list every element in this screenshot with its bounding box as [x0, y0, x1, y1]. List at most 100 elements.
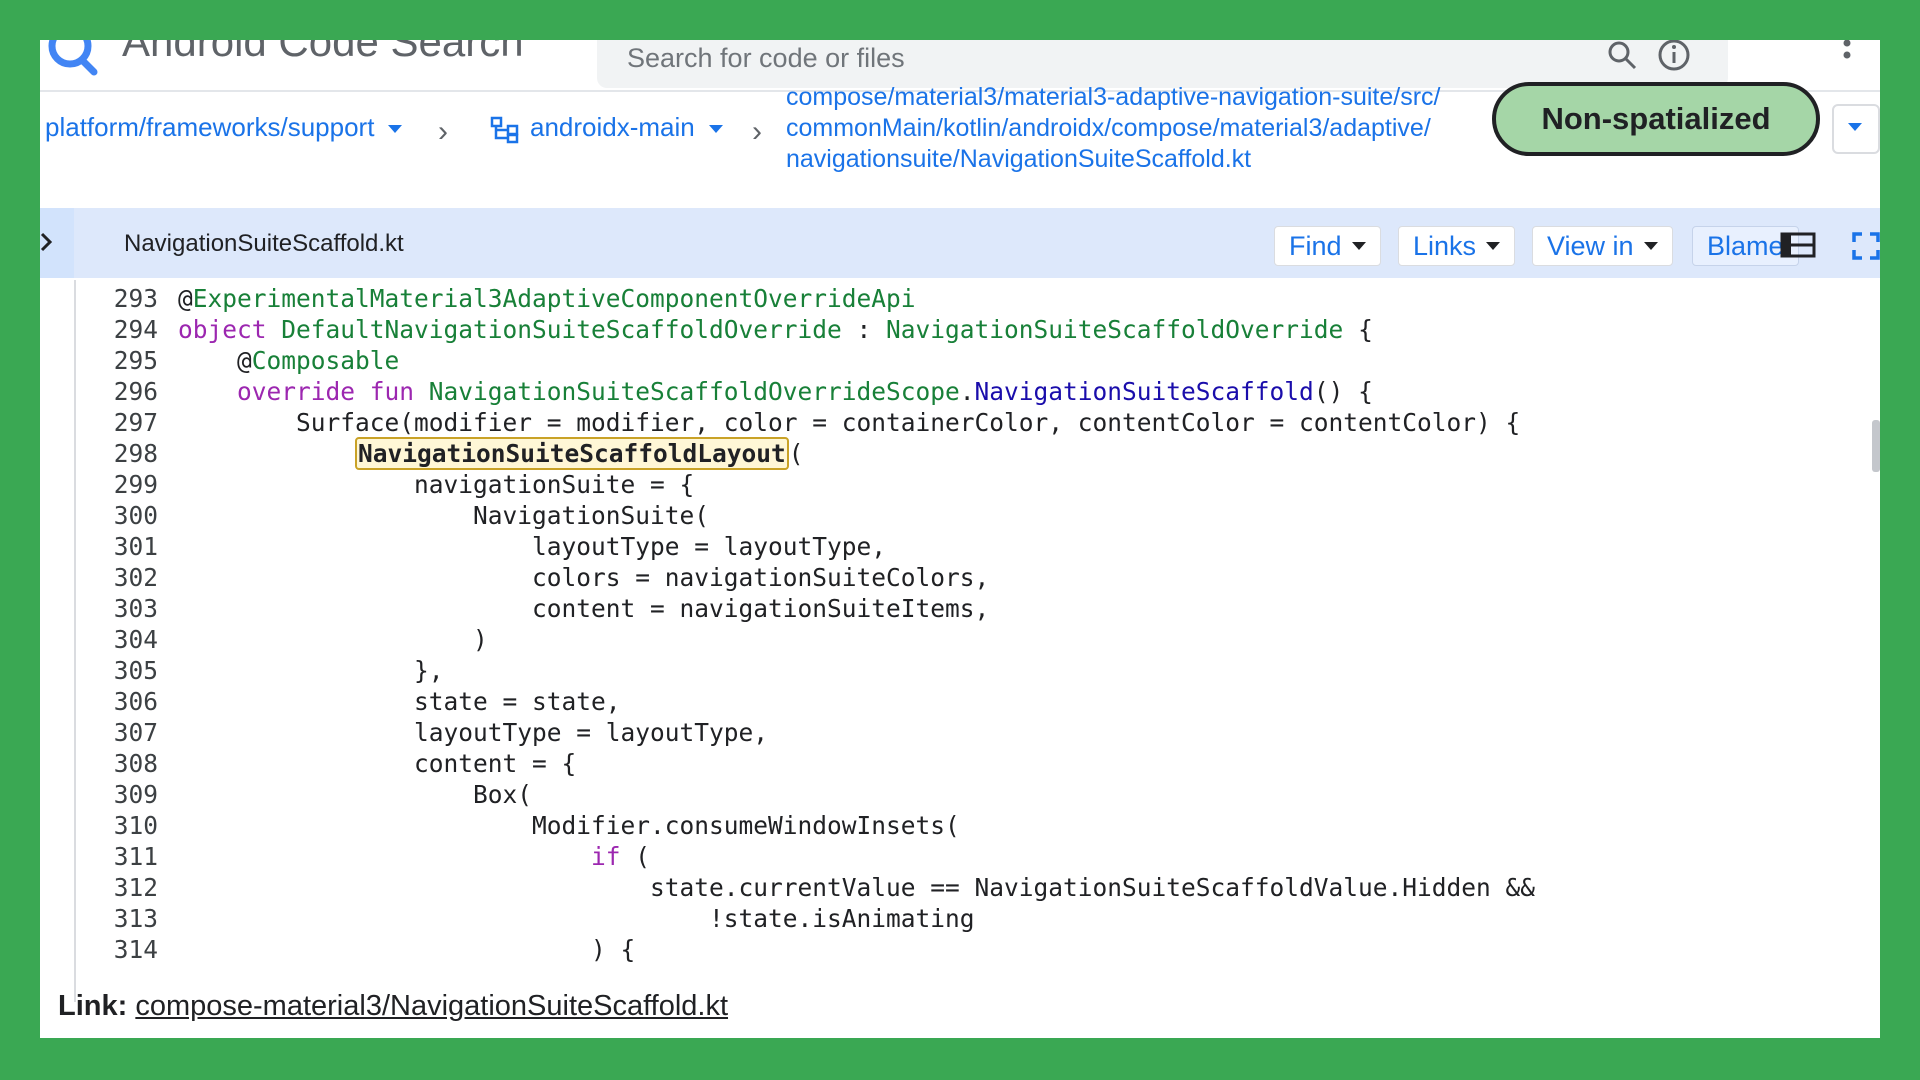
chevron-right-icon: ›	[438, 115, 448, 148]
non-spatialized-badge: Non-spatialized	[1492, 82, 1820, 156]
more-vert-icon[interactable]	[1840, 40, 1854, 68]
line-number[interactable]: 293	[76, 284, 158, 313]
path-line[interactable]: navigationsuite/NavigationSuiteScaffold.…	[786, 144, 1486, 175]
branch-icon	[490, 116, 519, 144]
line-number[interactable]: 303	[76, 594, 158, 623]
collapse-arrow-icon[interactable]	[40, 230, 54, 254]
branch-crumb-label: androidx-main	[530, 112, 695, 142]
line-number[interactable]: 305	[76, 656, 158, 685]
layout-icon[interactable]	[1780, 232, 1816, 258]
line-content: override fun NavigationSuiteScaffoldOver…	[178, 377, 1373, 406]
search-icon[interactable]	[1607, 40, 1637, 70]
line-number[interactable]: 304	[76, 625, 158, 654]
line-content: layoutType = layoutType,	[178, 718, 768, 747]
file-header-bar: NavigationSuiteScaffold.kt Find Links Vi…	[74, 208, 1880, 278]
code-token: state.currentValue == NavigationSuiteSca…	[178, 873, 1536, 902]
view-in-button[interactable]: View in	[1532, 226, 1673, 266]
line-content: ) {	[178, 935, 635, 964]
chevron-down-icon	[708, 125, 723, 134]
line-number[interactable]: 298	[76, 439, 158, 468]
footer-link[interactable]: compose-material3/NavigationSuiteScaffol…	[135, 990, 728, 1022]
code-token: },	[178, 656, 444, 685]
line-number[interactable]: 314	[76, 935, 158, 964]
code-token: Composable	[251, 346, 400, 375]
line-content: if (	[178, 842, 650, 871]
line-number[interactable]: 313	[76, 904, 158, 933]
info-icon[interactable]	[1657, 40, 1691, 72]
line-number[interactable]: 306	[76, 687, 158, 716]
fullscreen-icon[interactable]	[1852, 232, 1880, 260]
line-content: )	[178, 625, 488, 654]
line-content: layoutType = layoutType,	[178, 532, 886, 561]
line-number[interactable]: 311	[76, 842, 158, 871]
search-placeholder: Search for code or files	[627, 43, 905, 73]
line-number[interactable]: 302	[76, 563, 158, 592]
line-number[interactable]: 301	[76, 532, 158, 561]
code-line: 303 content = navigationSuiteItems,	[76, 594, 1876, 625]
line-number[interactable]: 295	[76, 346, 158, 375]
code-token: Modifier.consumeWindowInsets(	[178, 811, 960, 840]
path-line[interactable]: commonMain/kotlin/androidx/compose/mater…	[786, 113, 1486, 144]
line-number[interactable]: 309	[76, 780, 158, 809]
links-label: Links	[1413, 230, 1477, 261]
file-path-crumb[interactable]: compose/material3/material3-adaptive-nav…	[786, 82, 1486, 175]
code-token: state = state,	[178, 687, 621, 716]
code-token: NavigationSuiteScaffold	[974, 377, 1314, 406]
chevron-down-icon	[1848, 123, 1862, 131]
code-line: 295 @Composable	[76, 346, 1876, 377]
links-button[interactable]: Links	[1398, 226, 1516, 266]
view-in-label: View in	[1547, 230, 1634, 261]
chevron-down-icon	[388, 125, 403, 134]
search-input[interactable]: Search for code or files	[597, 40, 1728, 88]
code-line: 312 state.currentValue == NavigationSuit…	[76, 873, 1876, 904]
line-content: },	[178, 656, 444, 685]
chevron-right-icon: ›	[752, 115, 762, 148]
code-token: @	[178, 346, 252, 375]
line-number[interactable]: 307	[76, 718, 158, 747]
path-line[interactable]: compose/material3/material3-adaptive-nav…	[786, 82, 1486, 113]
repo-crumb-label: platform/frameworks/support	[45, 112, 375, 142]
code-line: 299 navigationSuite = {	[76, 470, 1876, 501]
line-content: Surface(modifier = modifier, color = con…	[178, 408, 1520, 437]
highlighted-symbol[interactable]: NavigationSuiteScaffoldLayout	[355, 437, 789, 470]
find-button[interactable]: Find	[1274, 226, 1381, 266]
code-token: (	[620, 842, 651, 871]
code-line: 307 layoutType = layoutType,	[76, 718, 1876, 749]
scrollbar-thumb[interactable]	[1872, 420, 1880, 472]
code-token: {	[1343, 315, 1373, 344]
line-number[interactable]: 294	[76, 315, 158, 344]
code-viewer[interactable]: 293 @ExperimentalMaterial3AdaptiveCompone…	[74, 280, 1880, 1002]
code-token: object	[178, 315, 282, 344]
app-title[interactable]: Android Code Search	[122, 40, 524, 66]
code-line: 313 !state.isAnimating	[76, 904, 1876, 935]
code-token: layoutType = layoutType,	[178, 532, 887, 561]
code-token: DefaultNavigationSuiteScaffoldOverride	[281, 315, 842, 344]
line-content: state = state,	[178, 687, 621, 716]
line-number[interactable]: 299	[76, 470, 158, 499]
line-number[interactable]: 297	[76, 408, 158, 437]
code-line: 310 Modifier.consumeWindowInsets(	[76, 811, 1876, 842]
code-token: if	[178, 842, 621, 871]
footer-link-row: Link: compose-material3/NavigationSuiteS…	[58, 990, 728, 1023]
code-token: Box(	[178, 780, 533, 809]
line-number[interactable]: 300	[76, 501, 158, 530]
line-content: object DefaultNavigationSuiteScaffoldOve…	[178, 315, 1373, 344]
line-number[interactable]: 312	[76, 873, 158, 902]
line-content: colors = navigationSuiteColors,	[178, 563, 989, 592]
code-line: 302 colors = navigationSuiteColors,	[76, 563, 1876, 594]
line-number[interactable]: 310	[76, 811, 158, 840]
code-token: !state.isAnimating	[178, 904, 975, 933]
repo-crumb[interactable]: platform/frameworks/support	[45, 112, 403, 143]
options-dropdown-button[interactable]	[1832, 104, 1880, 154]
code-line: 311 if (	[76, 842, 1876, 873]
line-number[interactable]: 308	[76, 749, 158, 778]
line-content: navigationSuite = {	[178, 470, 694, 499]
line-number[interactable]: 296	[76, 377, 158, 406]
line-content: state.currentValue == NavigationSuiteSca…	[178, 873, 1535, 902]
branch-crumb[interactable]: androidx-main	[530, 112, 723, 143]
code-line: 314 ) {	[76, 935, 1876, 966]
code-token: (	[788, 439, 804, 468]
line-content: NavigationSuite(	[178, 501, 709, 530]
code-token: layoutType = layoutType,	[178, 718, 769, 747]
